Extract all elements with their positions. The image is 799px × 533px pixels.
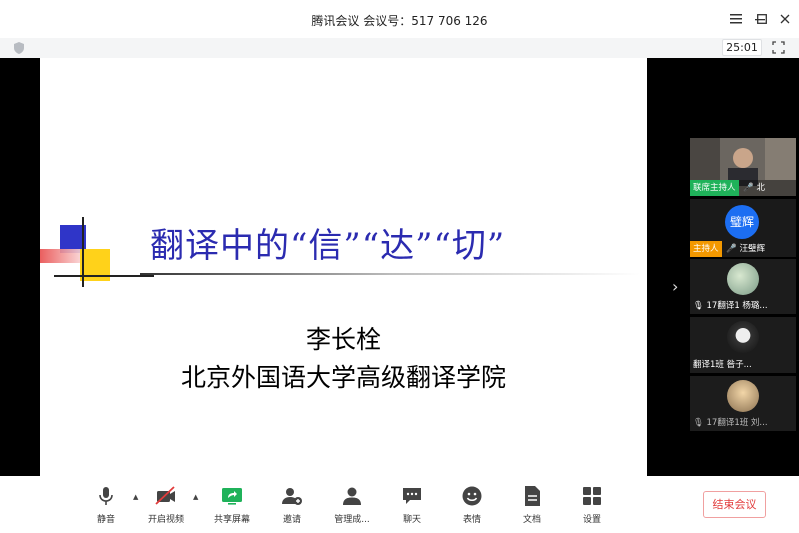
participant-tile[interactable]: 联席主持人 🎤 北	[690, 138, 796, 196]
participant-label: 🎙 17翻译1班 刘...	[690, 415, 796, 431]
host-badge: 主持人	[690, 241, 722, 257]
fullscreen-icon[interactable]	[772, 41, 785, 54]
share-screen-button[interactable]: 共享屏幕	[202, 484, 262, 528]
docs-label: 文档	[522, 515, 541, 525]
settings-button[interactable]: 设置	[562, 484, 622, 528]
add-user-icon	[282, 488, 302, 505]
invite-button[interactable]: 邀请	[262, 484, 322, 528]
docs-button[interactable]: 文档	[502, 484, 562, 528]
caret-up-icon[interactable]: ▲	[193, 493, 198, 501]
chat-icon	[403, 488, 421, 504]
mic-icon: 🎤	[743, 183, 754, 193]
participant-label: 联席主持人 🎤 北	[690, 180, 796, 196]
slide-author: 李长栓	[305, 325, 381, 354]
participant-tile[interactable]: 🎙 17翻译1班 刘...	[690, 376, 796, 431]
avatar	[727, 380, 759, 412]
share-screen-label: 共享屏幕	[213, 515, 250, 525]
mic-icon: 🎤	[726, 244, 737, 254]
manage-members-label: 管理成...	[334, 515, 370, 525]
invite-label: 邀请	[282, 515, 301, 525]
participant-label: 翻译1班 昝子...	[690, 357, 796, 373]
menu-icon[interactable]	[728, 11, 744, 27]
microphone-icon	[99, 487, 113, 505]
meeting-window: 腾讯会议 会议号：517 706 126 25:01 翻译中的“信”“达”“切”…	[0, 0, 799, 533]
start-video-button[interactable]: 开启视频	[136, 484, 196, 528]
shared-screen-stage: 翻译中的“信”“达”“切” 李长栓 北京外国语大学高级翻译学院 › 联席主持人 …	[0, 58, 799, 476]
window-title: 腾讯会议 会议号：517 706 126	[311, 14, 488, 28]
participant-name: 北	[756, 183, 766, 193]
share-screen-icon	[222, 488, 242, 505]
participant-label: 🎙 17翻译1 杨璐...	[690, 298, 796, 314]
start-video-label: 开启视频	[147, 515, 184, 525]
bottom-toolbar: 静音 ▲ 开启视频 ▲ 共享屏幕 邀请 管理成... 聊天 表情 文档 设置	[0, 476, 799, 533]
video-off-icon	[155, 486, 175, 505]
mute-button[interactable]: 静音	[76, 484, 136, 528]
participant-name: 17翻译1班 刘...	[706, 418, 768, 428]
mic-muted-icon: 🎙	[693, 301, 704, 311]
manage-members-button[interactable]: 管理成...	[322, 484, 382, 528]
meeting-timer: 25:01	[722, 39, 762, 56]
participant-name: 翻译1班 昝子...	[693, 360, 752, 370]
meeting-info-strip: 25:01	[0, 38, 799, 58]
cohost-badge: 联席主持人	[690, 180, 739, 196]
slide-divider	[140, 273, 640, 275]
settings-icon	[583, 487, 601, 505]
slide-institution: 北京外国语大学高级翻译学院	[180, 363, 506, 392]
end-meeting-button[interactable]: 结束会议	[703, 491, 766, 518]
chat-button[interactable]: 聊天	[382, 484, 442, 528]
shield-icon[interactable]	[12, 41, 26, 55]
mic-muted-icon: 🎙	[693, 418, 704, 428]
close-icon[interactable]	[777, 11, 793, 27]
chat-label: 聊天	[402, 515, 421, 525]
slide-title: 翻译中的“信”“达”“切”	[150, 226, 506, 266]
title-bar: 腾讯会议 会议号：517 706 126	[0, 0, 799, 38]
slide-decoration	[40, 217, 154, 287]
document-icon	[525, 486, 540, 506]
participant-tile[interactable]: 🎙 17翻译1 杨璐...	[690, 259, 796, 314]
emoji-label: 表情	[462, 515, 481, 525]
maximize-icon[interactable]	[754, 11, 770, 27]
participant-tile[interactable]: 翻译1班 昝子...	[690, 317, 796, 373]
avatar	[727, 263, 759, 295]
chevron-right-icon[interactable]: ›	[672, 277, 678, 296]
participant-tile[interactable]: 璧辉 主持人 🎤 汪璧辉	[690, 199, 796, 257]
participant-name: 汪璧辉	[739, 244, 766, 254]
members-icon	[343, 487, 361, 505]
participant-label: 主持人 🎤 汪璧辉	[690, 241, 796, 257]
avatar	[727, 321, 759, 353]
participant-name: 17翻译1 杨璐...	[706, 301, 768, 311]
avatar: 璧辉	[725, 205, 759, 239]
emoji-icon	[462, 486, 482, 506]
emoji-button[interactable]: 表情	[442, 484, 502, 528]
settings-label: 设置	[582, 515, 601, 525]
presentation-slide: 翻译中的“信”“达”“切” 李长栓 北京外国语大学高级翻译学院	[40, 58, 647, 476]
mute-label: 静音	[96, 515, 115, 525]
